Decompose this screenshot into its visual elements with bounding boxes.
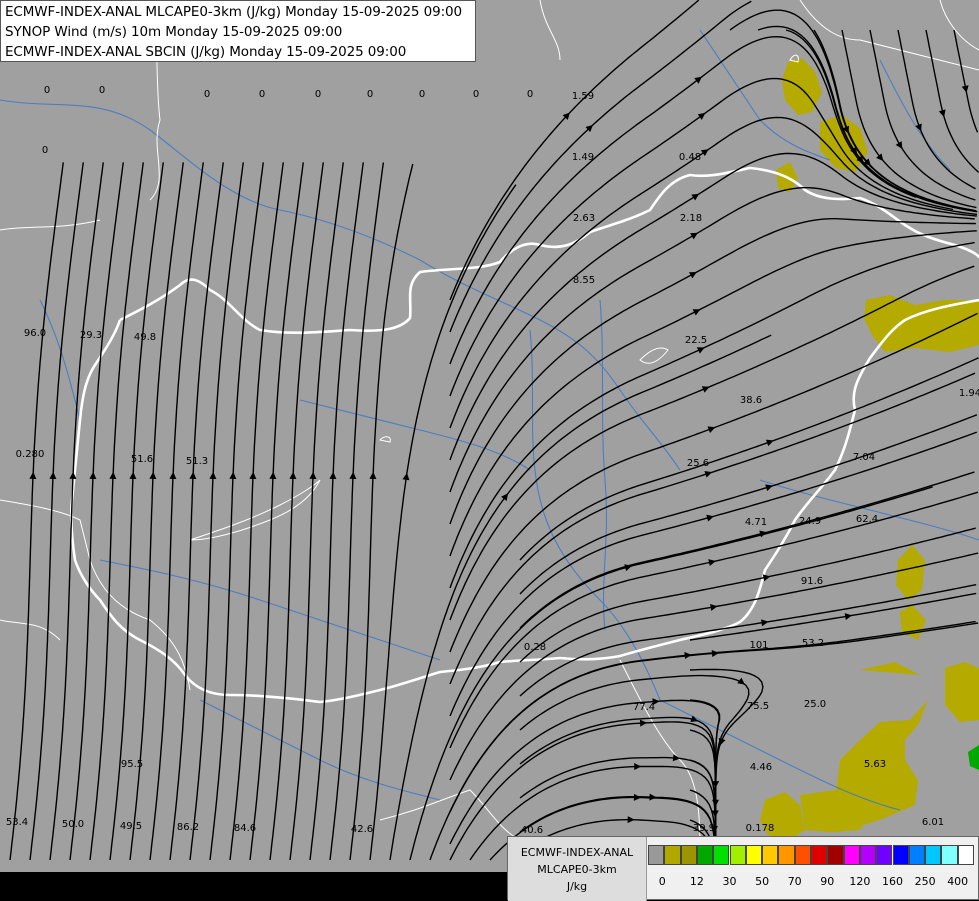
cape-value-label: 22.5 bbox=[685, 335, 707, 346]
color-legend: ECMWF-INDEX-ANAL MLCAPE0-3km J/kg 0 12 30 5… bbox=[507, 836, 979, 901]
legend-tick-label: 400 bbox=[947, 875, 969, 888]
cape-value-label: 0 bbox=[42, 145, 48, 156]
cape-value-label: 0 bbox=[259, 89, 265, 100]
legend-swatch bbox=[762, 845, 779, 865]
legend-tick-label: 160 bbox=[882, 875, 903, 888]
cape-value-label: 51.3 bbox=[186, 456, 208, 467]
legend-swatch bbox=[713, 845, 730, 865]
cape-value-label: 0 bbox=[527, 89, 533, 100]
legend-swatch bbox=[876, 845, 893, 865]
legend-swatch bbox=[648, 845, 665, 865]
legend-swatch bbox=[925, 845, 942, 865]
legend-tick-label: 120 bbox=[849, 875, 871, 888]
cape-value-label: 0.28 bbox=[524, 642, 546, 653]
legend-swatch bbox=[859, 845, 877, 865]
legend-title-unit: J/kg bbox=[566, 880, 588, 893]
legend-swatch bbox=[664, 845, 681, 865]
legend-swatch bbox=[794, 845, 811, 865]
cape-value-label: 0 bbox=[44, 85, 50, 96]
cape-value-label: 39.9 bbox=[693, 823, 715, 834]
legend-tick-label: 12 bbox=[689, 875, 704, 888]
legend-title-area: ECMWF-INDEX-ANAL MLCAPE0-3km J/kg bbox=[508, 837, 647, 901]
cape-value-label: 1.59 bbox=[572, 91, 594, 102]
legend-swatch bbox=[908, 845, 926, 865]
cape-value-label: 2.18 bbox=[680, 213, 702, 224]
header-line-wind: SYNOP Wind (m/s) 10m Monday 15-09-2025 0… bbox=[5, 24, 343, 40]
cape-value-label: 77.4 bbox=[633, 702, 655, 713]
cape-value-label: 4.71 bbox=[745, 517, 767, 528]
legend-swatch bbox=[941, 845, 958, 865]
legend-tick-label: 90 bbox=[820, 875, 835, 888]
legend-swatch bbox=[811, 845, 828, 865]
cape-value-label: 8.55 bbox=[573, 275, 595, 286]
cape-value-label: 91.6 bbox=[801, 576, 823, 587]
cape-value-label: 50.0 bbox=[62, 819, 84, 830]
cape-value-label: 2.63 bbox=[573, 213, 595, 224]
cape-value-label: 0.178 bbox=[746, 823, 775, 834]
cape-value-label: 51.6 bbox=[131, 454, 153, 465]
cape-value-label: 53.2 bbox=[802, 638, 824, 649]
cape-value-label: 24.9 bbox=[799, 516, 821, 527]
legend-tick-label: 0 bbox=[658, 875, 666, 888]
legend-swatch bbox=[745, 845, 763, 865]
cape-value-label: 0 bbox=[367, 89, 373, 100]
cape-value-label: 0 bbox=[419, 89, 425, 100]
cape-value-label: 49.5 bbox=[120, 821, 142, 832]
legend-swatch bbox=[892, 845, 909, 865]
legend-tick-label: 30 bbox=[722, 875, 737, 888]
cape-value-label: 0 bbox=[473, 89, 479, 100]
legend-swatch bbox=[778, 845, 795, 865]
legend-swatch bbox=[696, 845, 714, 865]
header-line-cin: ECMWF-INDEX-ANAL SBCIN (J/kg) Monday 15-… bbox=[5, 44, 407, 60]
cape-value-label: 38.6 bbox=[740, 395, 762, 406]
legend-swatch bbox=[843, 845, 860, 865]
cape-value-label: 84.6 bbox=[234, 823, 256, 834]
cape-value-label: 0.280 bbox=[16, 449, 45, 460]
cape-value-label: 0 bbox=[99, 85, 105, 96]
header-line-cape: ECMWF-INDEX-ANAL MLCAPE0-3km (J/kg) Mond… bbox=[5, 4, 463, 20]
legend-swatch bbox=[680, 845, 697, 865]
cape-value-label: 42.6 bbox=[351, 824, 373, 835]
cape-value-label: 0.48 bbox=[679, 152, 701, 163]
cape-value-label: 4.46 bbox=[750, 762, 772, 773]
legend-tick-label: 70 bbox=[787, 875, 802, 888]
legend-tick-label: 50 bbox=[755, 875, 770, 888]
cape-value-label: 53.4 bbox=[6, 817, 28, 828]
map-canvas[interactable]: 0.13500000000001.591.490.482.632.188.559… bbox=[0, 0, 979, 900]
legend-swatch bbox=[957, 845, 974, 865]
legend-swatch bbox=[827, 845, 844, 865]
cape-value-label: 62.4 bbox=[856, 514, 878, 525]
legend-title-param: MLCAPE0-3km bbox=[537, 863, 617, 876]
cape-value-label: 75.5 bbox=[747, 701, 769, 712]
cape-value-label: 1.94 bbox=[959, 388, 979, 399]
cape-value-label: 96.0 bbox=[24, 328, 46, 339]
cape-value-label: 1.49 bbox=[572, 152, 594, 163]
cape-value-label: 49.8 bbox=[134, 332, 156, 343]
cape-value-label: 5.63 bbox=[864, 759, 886, 770]
legend-tick-label: 250 bbox=[914, 875, 936, 888]
cape-value-label: 0 bbox=[204, 89, 210, 100]
map-header: ECMWF-INDEX-ANAL MLCAPE0-3km (J/kg) Mond… bbox=[0, 0, 476, 62]
legend-swatch bbox=[729, 845, 746, 865]
cape-value-label: 0 bbox=[315, 89, 321, 100]
cape-value-label: 40.6 bbox=[521, 825, 543, 836]
cape-value-label: 25.6 bbox=[687, 458, 709, 469]
cape-value-label: 101 bbox=[749, 640, 768, 651]
cape-value-label: 86.2 bbox=[177, 822, 199, 833]
cape-value-label: 25.0 bbox=[804, 699, 826, 710]
cape-value-label: 95.5 bbox=[121, 759, 143, 770]
cape-value-label: 6.01 bbox=[922, 817, 944, 828]
cape-value-label: 7.04 bbox=[853, 452, 875, 463]
legend-title-product: ECMWF-INDEX-ANAL bbox=[520, 846, 634, 859]
cape-value-label: 29.3 bbox=[80, 330, 102, 341]
